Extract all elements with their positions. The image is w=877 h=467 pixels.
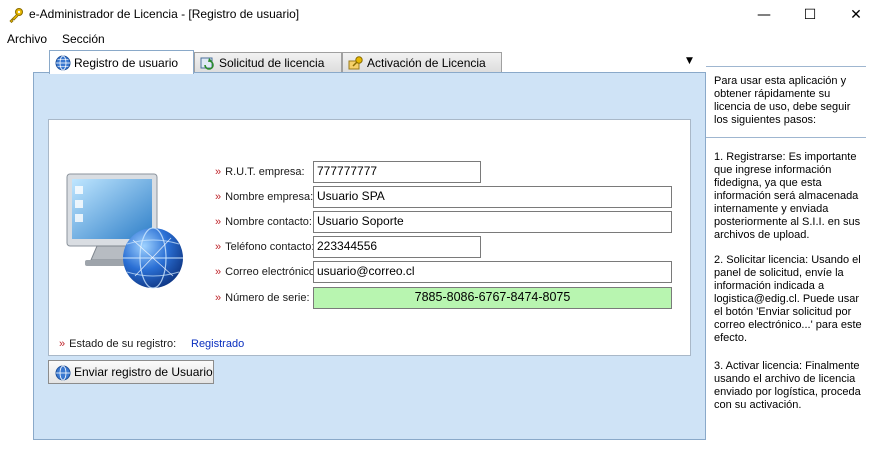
window-title: e-Administrador de Licencia - [Registro … — [29, 7, 300, 21]
chevron-icon: » — [215, 241, 221, 253]
menu-bar: Archivo Sección — [0, 30, 877, 49]
send-registration-button[interactable]: Enviar registro de Usuario — [48, 360, 214, 384]
chevron-icon: » — [215, 166, 221, 178]
help-divider — [706, 66, 866, 67]
help-step-3: 3. Activar licencia: Finalmente usando e… — [714, 360, 861, 411]
contact-name-label: » Nombre contacto: — [215, 216, 312, 228]
tab-registro-usuario[interactable]: Registro de usuario — [49, 50, 194, 74]
close-icon: ✕ — [850, 7, 862, 23]
company-name-label: » Nombre empresa: — [215, 191, 314, 203]
globe-icon — [55, 365, 71, 381]
minimize-button[interactable]: — — [741, 0, 787, 30]
registration-status-label: » Estado de su registro: — [59, 338, 177, 350]
chevron-icon: » — [215, 216, 221, 228]
chevron-icon: » — [215, 292, 221, 304]
chevron-icon: » — [59, 338, 65, 350]
help-step-1: 1. Registrarse: Es importante que ingres… — [714, 151, 861, 241]
contact-phone-label: » Teléfono contacto: — [215, 241, 315, 253]
refresh-icon — [200, 57, 214, 70]
help-divider — [706, 137, 866, 138]
serial-number-label: » Número de serie: — [215, 292, 310, 304]
key-icon — [9, 8, 23, 23]
help-step-2: 2. Solicitar licencia: Usando el panel d… — [714, 254, 862, 344]
title-bar: e-Administrador de Licencia - [Registro … — [0, 0, 877, 30]
monitor-globe-illustration — [66, 173, 183, 289]
tab-activacion-licencia[interactable]: Activación de Licencia — [342, 52, 502, 73]
maximize-icon: ☐ — [803, 7, 817, 23]
tab-strip: Registro de usuario Solicitud de licenci… — [33, 50, 706, 74]
minimize-icon: — — [757, 7, 771, 23]
rut-label: » R.U.T. empresa: — [215, 166, 305, 178]
email-input[interactable]: usuario@correo.cl — [313, 261, 672, 283]
send-registration-label: Enviar registro de Usuario — [74, 365, 213, 379]
tab-label: Activación de Licencia — [367, 56, 486, 70]
company-name-input[interactable]: Usuario SPA — [313, 186, 672, 208]
contact-phone-input[interactable]: 223344556 — [313, 236, 481, 258]
tab-solicitud-licencia[interactable]: Solicitud de licencia — [194, 52, 342, 73]
tab-dropdown-icon[interactable]: ▼ — [686, 56, 693, 66]
help-intro: Para usar esta aplicación y obtener rápi… — [714, 75, 851, 126]
email-label: » Correo electrónico: — [215, 266, 319, 278]
registration-panel: » R.U.T. empresa: 777777777 » Nombre empre… — [33, 72, 706, 440]
registration-status-value: Registrado — [191, 338, 245, 350]
menu-archivo[interactable]: Archivo — [7, 32, 47, 46]
globe-icon — [55, 55, 71, 70]
registration-form: » R.U.T. empresa: 777777777 » Nombre empre… — [48, 119, 691, 356]
rut-input[interactable]: 777777777 — [313, 161, 481, 183]
tab-label: Solicitud de licencia — [219, 56, 325, 70]
chevron-icon: » — [215, 266, 221, 278]
contact-name-input[interactable]: Usuario Soporte — [313, 211, 672, 233]
close-button[interactable]: ✕ — [833, 0, 877, 30]
tab-label: Registro de usuario — [74, 55, 179, 70]
chevron-icon: » — [215, 191, 221, 203]
serial-number-field[interactable]: 7885-8086-6767-8474-8075 — [313, 287, 672, 309]
menu-seccion[interactable]: Sección — [62, 32, 105, 46]
maximize-button[interactable]: ☐ — [787, 0, 833, 30]
key-icon — [348, 56, 363, 70]
